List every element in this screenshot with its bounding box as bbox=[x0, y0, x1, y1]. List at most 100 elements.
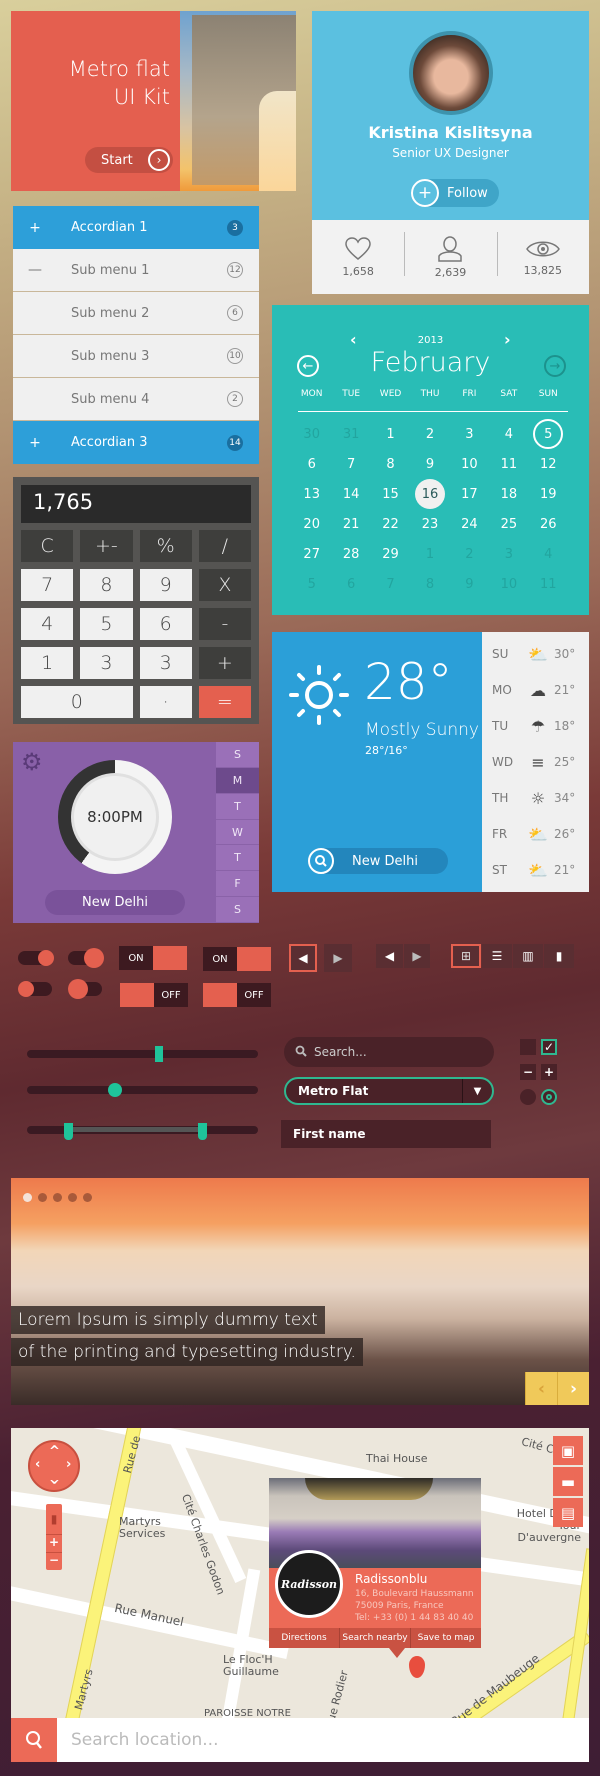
weekday-toggle[interactable]: W bbox=[216, 820, 259, 846]
slider-1[interactable] bbox=[27, 1046, 258, 1062]
accordion-header[interactable]: + Accordian 13 bbox=[13, 206, 259, 249]
calendar-day[interactable]: 25 bbox=[489, 509, 528, 539]
list-view-button[interactable]: ☰ bbox=[482, 944, 512, 968]
calendar-day[interactable]: 30 bbox=[292, 419, 331, 449]
calc-key[interactable]: · bbox=[139, 686, 192, 718]
weekday-toggle[interactable]: T bbox=[216, 845, 259, 872]
calc-key[interactable]: 1 bbox=[21, 647, 74, 679]
carousel-prev-button[interactable]: ‹ bbox=[525, 1372, 557, 1405]
dropdown-select[interactable]: Metro Flat ▼ bbox=[284, 1077, 494, 1105]
zoom-in-button[interactable]: + bbox=[46, 1534, 62, 1552]
switch-on-1[interactable]: ON bbox=[119, 946, 187, 970]
calc-key[interactable]: C bbox=[21, 530, 74, 562]
calendar-day[interactable]: 4 bbox=[529, 539, 568, 569]
calendar-day[interactable]: 20 bbox=[292, 509, 331, 539]
calendar-day[interactable]: 17 bbox=[450, 479, 489, 509]
calendar-day[interactable]: 29 bbox=[371, 539, 410, 569]
checkbox-unchecked[interactable] bbox=[520, 1039, 536, 1055]
calendar-day[interactable]: 19 bbox=[529, 479, 568, 509]
calendar-day[interactable]: 27 bbox=[292, 539, 331, 569]
calc-key[interactable]: + bbox=[198, 647, 251, 679]
toggle-large-off[interactable] bbox=[68, 979, 102, 999]
calendar-day[interactable]: 10 bbox=[489, 569, 528, 599]
calendar-day[interactable]: 2 bbox=[450, 539, 489, 569]
slider-handle[interactable] bbox=[107, 1083, 122, 1097]
toggle-large-on[interactable] bbox=[68, 948, 104, 968]
calendar-day[interactable]: 10 bbox=[450, 449, 489, 479]
weekday-toggle[interactable]: F bbox=[216, 871, 259, 898]
toggle-small-off[interactable] bbox=[18, 981, 52, 997]
map-pan-control[interactable]: ^ ‹ › ^ bbox=[28, 1440, 80, 1492]
follow-button[interactable]: + Follow bbox=[411, 179, 499, 207]
calc-key[interactable]: 3 bbox=[80, 647, 133, 679]
slider-handle[interactable] bbox=[154, 1046, 163, 1062]
city-search-button[interactable]: New Delhi bbox=[308, 848, 448, 874]
columns-view-button[interactable]: ▥ bbox=[513, 944, 543, 968]
range-slider[interactable] bbox=[27, 1123, 258, 1140]
calendar-day[interactable]: 9 bbox=[410, 449, 449, 479]
prev-button[interactable]: ◀ bbox=[289, 944, 317, 972]
calendar-day[interactable]: 31 bbox=[331, 419, 370, 449]
calendar-day-highlighted[interactable]: 5 bbox=[529, 419, 568, 449]
calc-key[interactable]: 3 bbox=[139, 647, 192, 679]
calendar-day[interactable]: 22 bbox=[371, 509, 410, 539]
switch-on-2[interactable]: ON bbox=[203, 947, 271, 971]
weekday-toggle[interactable]: M bbox=[216, 767, 259, 794]
calc-key[interactable]: = bbox=[198, 686, 251, 718]
range-handle-high[interactable] bbox=[198, 1123, 208, 1140]
prev-button-2[interactable]: ◀ bbox=[376, 944, 403, 968]
calc-key[interactable]: +- bbox=[80, 530, 133, 562]
range-handle-low[interactable] bbox=[64, 1123, 74, 1140]
pegman-icon[interactable]: ▮ bbox=[46, 1504, 62, 1534]
accordion-subitem[interactable]: — Sub menu 1 12 bbox=[13, 249, 259, 292]
checkbox-checked[interactable]: ✓ bbox=[541, 1039, 557, 1055]
radio-unselected[interactable] bbox=[520, 1089, 536, 1105]
slider-2[interactable] bbox=[27, 1083, 258, 1097]
calendar-day[interactable]: 1 bbox=[371, 419, 410, 449]
accordion-subitem[interactable]: Sub menu 3 10 bbox=[13, 335, 259, 378]
switch-off-2[interactable]: OFF bbox=[203, 983, 271, 1007]
calendar-day[interactable]: 6 bbox=[292, 449, 331, 479]
carousel-dot[interactable] bbox=[23, 1193, 32, 1202]
weekday-toggle[interactable]: S bbox=[216, 742, 259, 768]
carousel-next-button[interactable]: › bbox=[557, 1372, 589, 1405]
calendar-day[interactable]: 11 bbox=[529, 569, 568, 599]
pan-right-icon[interactable]: › bbox=[66, 1457, 71, 1472]
calendar-day[interactable]: 11 bbox=[489, 449, 528, 479]
calendar-day[interactable]: 15 bbox=[371, 479, 410, 509]
carousel-dot[interactable] bbox=[68, 1193, 77, 1202]
carousel-view-button[interactable]: ▮ bbox=[544, 944, 574, 968]
calendar-day[interactable]: 24 bbox=[450, 509, 489, 539]
calc-key[interactable]: 6 bbox=[139, 608, 192, 640]
minus-button[interactable]: − bbox=[520, 1064, 536, 1080]
calendar-day[interactable]: 21 bbox=[331, 509, 370, 539]
calendar-day[interactable]: 6 bbox=[331, 569, 370, 599]
location-search-input[interactable] bbox=[57, 1718, 589, 1762]
train-mode-button[interactable]: ▤ bbox=[553, 1498, 583, 1527]
pan-up-icon[interactable]: ^ bbox=[49, 1444, 60, 1459]
calc-key[interactable]: X bbox=[198, 569, 251, 601]
calendar-day[interactable]: 28 bbox=[331, 539, 370, 569]
next-button[interactable]: ▶ bbox=[324, 944, 352, 972]
gear-icon[interactable]: ⚙ bbox=[21, 748, 43, 776]
pan-down-icon[interactable]: ^ bbox=[49, 1470, 60, 1485]
toggle-small-on[interactable] bbox=[18, 950, 54, 966]
save-to-map-button[interactable]: Save to map bbox=[410, 1628, 481, 1648]
time-dial[interactable]: 8:00PM bbox=[58, 760, 172, 874]
directions-button[interactable]: Directions bbox=[269, 1628, 339, 1648]
radio-selected[interactable] bbox=[541, 1089, 557, 1105]
calc-key[interactable]: / bbox=[198, 530, 251, 562]
carousel-dot[interactable] bbox=[53, 1193, 62, 1202]
calendar-day[interactable]: 7 bbox=[371, 569, 410, 599]
calendar-day[interactable]: 12 bbox=[529, 449, 568, 479]
grid-view-button[interactable]: ⊞ bbox=[451, 944, 481, 968]
switch-off-1[interactable]: OFF bbox=[120, 983, 188, 1007]
calendar-day[interactable]: 3 bbox=[489, 539, 528, 569]
pan-left-icon[interactable]: ‹ bbox=[35, 1457, 40, 1472]
calendar-day[interactable]: 2 bbox=[410, 419, 449, 449]
car-mode-button[interactable]: ▬ bbox=[553, 1467, 583, 1496]
next-month-button[interactable]: → bbox=[544, 355, 566, 377]
accordion-subitem[interactable]: Sub menu 26 bbox=[13, 292, 259, 335]
calc-key[interactable]: 8 bbox=[80, 569, 133, 601]
calendar-day[interactable]: 5 bbox=[292, 569, 331, 599]
